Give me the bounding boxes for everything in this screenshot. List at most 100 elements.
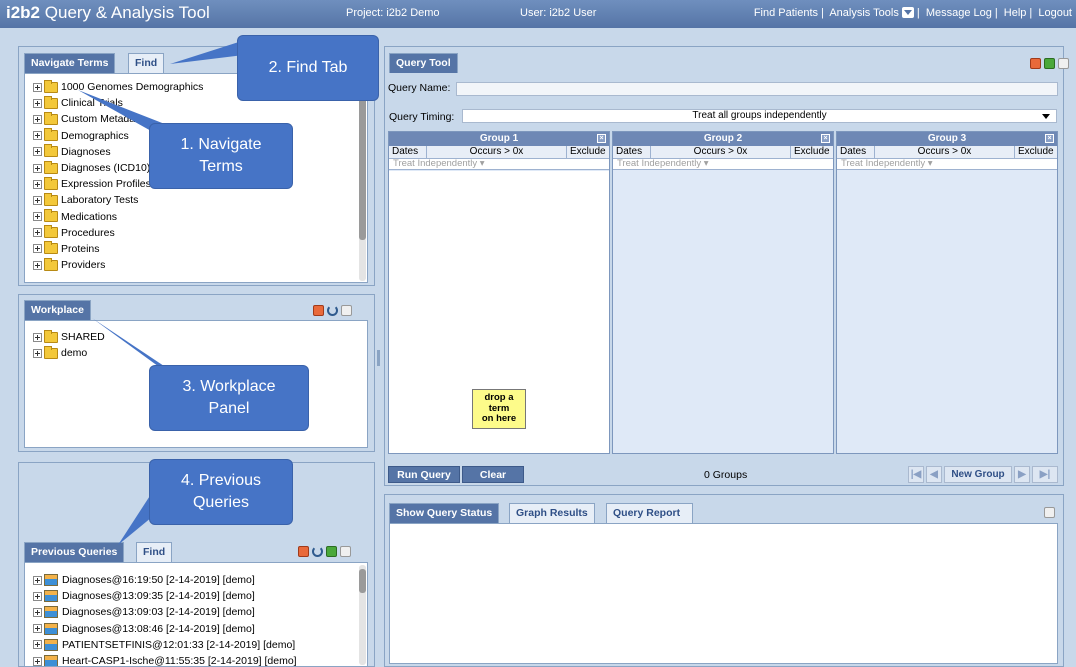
expand-icon[interactable]	[33, 82, 42, 92]
occurs-toggle[interactable]: Occurs > 0x	[651, 146, 791, 158]
tab-find[interactable]: Find	[128, 53, 165, 73]
list-item[interactable]: PATIENTSETFINIS@12:01:33 [2-14-2019] [de…	[33, 637, 367, 653]
folder-icon	[44, 192, 58, 206]
expand-icon[interactable]	[33, 212, 42, 222]
dates-toggle[interactable]: Dates	[389, 146, 427, 158]
scroll-thumb[interactable]	[359, 80, 366, 240]
query-group-2[interactable]: Group 2 × Dates Occurs > 0x Exclude Treat…	[612, 131, 834, 454]
dates-toggle[interactable]: Dates	[837, 146, 875, 158]
expand-icon[interactable]	[33, 656, 42, 666]
query-group-3[interactable]: Group 3 × Dates Occurs > 0x Exclude Treat…	[836, 131, 1058, 454]
group-timing[interactable]: Treat Independently ▾	[837, 159, 1057, 170]
panel-splitter[interactable]	[377, 350, 380, 366]
run-query-button[interactable]: Run Query	[388, 466, 460, 483]
logout-link[interactable]: Logout	[1038, 7, 1072, 19]
folder-icon	[44, 345, 58, 359]
help-link[interactable]: Help	[1004, 7, 1027, 19]
folder-icon	[44, 176, 58, 190]
dates-toggle[interactable]: Dates	[613, 146, 651, 158]
list-item[interactable]: Heart-CASP1-Ische@11:55:35 [2-14-2019] […	[33, 653, 367, 666]
refresh-icon[interactable]	[312, 546, 323, 557]
list-item[interactable]: Diagnoses@13:09:35 [2-14-2019] [demo]	[33, 588, 367, 604]
app-title: i2b2 Query & Analysis Tool	[6, 3, 210, 22]
expand-icon[interactable]	[33, 179, 42, 189]
expand-icon[interactable]	[33, 640, 42, 650]
add-icon[interactable]	[313, 305, 324, 316]
query-group-1[interactable]: Group 1 × Dates Occurs > 0x Exclude Treat…	[388, 131, 610, 454]
occurs-toggle[interactable]: Occurs > 0x	[875, 146, 1015, 158]
tree-item[interactable]: Laboratory Tests	[33, 192, 367, 208]
expand-icon[interactable]	[33, 244, 42, 254]
group-count: 0 Groups	[704, 469, 748, 481]
document-icon[interactable]	[1044, 507, 1055, 518]
document-icon[interactable]	[341, 305, 352, 316]
close-icon[interactable]: ×	[597, 134, 606, 143]
expand-icon[interactable]	[33, 98, 42, 108]
tree-item[interactable]: Medications	[33, 209, 367, 225]
query-timing-label: Query Timing:	[389, 111, 455, 123]
close-icon[interactable]: ×	[1045, 134, 1054, 143]
tree-item[interactable]: demo	[33, 345, 367, 361]
tab-navigate-terms[interactable]: Navigate Terms	[24, 53, 116, 73]
first-group-button[interactable]: |◀	[908, 466, 924, 483]
tab-find-queries[interactable]: Find	[136, 542, 173, 562]
tree-item[interactable]: Procedures	[33, 225, 367, 241]
message-log-link[interactable]: Message Log	[926, 7, 992, 19]
query-timing-select[interactable]: Treat all groups independently	[462, 109, 1057, 123]
tab-previous-queries[interactable]: Previous Queries	[24, 542, 125, 562]
expand-icon[interactable]	[33, 607, 42, 617]
expand-icon[interactable]	[33, 332, 42, 342]
occurs-toggle[interactable]: Occurs > 0x	[427, 146, 567, 158]
expand-icon[interactable]	[33, 163, 42, 173]
dropdown-icon[interactable]	[901, 7, 914, 18]
last-group-button[interactable]: ▶|	[1032, 466, 1058, 483]
refresh-icon[interactable]	[327, 305, 338, 316]
add-icon[interactable]	[1030, 58, 1041, 69]
new-group-button[interactable]: New Group	[944, 466, 1012, 483]
tab-show-query-status[interactable]: Show Query Status	[389, 503, 500, 523]
tree-item[interactable]: Providers	[33, 257, 367, 273]
list-item[interactable]: Diagnoses@13:09:03 [2-14-2019] [demo]	[33, 604, 367, 620]
exclude-toggle[interactable]: Exclude	[791, 146, 833, 158]
expand-icon[interactable]	[33, 591, 42, 601]
group-timing[interactable]: Treat Independently ▾	[613, 159, 833, 170]
exclude-toggle[interactable]: Exclude	[1015, 146, 1057, 158]
expand-icon[interactable]	[33, 624, 42, 634]
workplace-toolbar	[313, 305, 352, 316]
next-group-button[interactable]: ▶	[1014, 466, 1030, 483]
tab-query-tool[interactable]: Query Tool	[389, 53, 458, 73]
add-icon[interactable]	[298, 546, 309, 557]
find-patients-link[interactable]: Find Patients	[754, 7, 818, 19]
document-icon[interactable]	[340, 546, 351, 557]
tab-workplace[interactable]: Workplace	[24, 300, 91, 320]
query-name-input[interactable]	[456, 82, 1058, 96]
expand-icon[interactable]	[33, 195, 42, 205]
expand-icon[interactable]	[33, 147, 42, 157]
tree-item[interactable]: SHARED	[33, 329, 367, 345]
list-item[interactable]: Diagnoses@13:08:46 [2-14-2019] [demo]	[33, 621, 367, 637]
previous-group-button[interactable]: ◀	[926, 466, 942, 483]
exclude-toggle[interactable]: Exclude	[567, 146, 609, 158]
document-icon[interactable]	[1058, 58, 1069, 69]
expand-icon[interactable]	[33, 260, 42, 270]
tab-query-report[interactable]: Query Report	[606, 503, 693, 523]
scrollbar[interactable]	[359, 565, 366, 665]
expand-icon[interactable]	[33, 131, 42, 141]
group-timing[interactable]: Treat Independently ▾	[389, 159, 609, 170]
tree-item[interactable]: Proteins	[33, 241, 367, 257]
analysis-tools-link[interactable]: Analysis Tools	[829, 7, 899, 19]
previous-queries-toolbar	[298, 546, 351, 557]
check-icon[interactable]	[1044, 58, 1055, 69]
clear-button[interactable]: Clear	[462, 466, 524, 483]
close-icon[interactable]: ×	[821, 134, 830, 143]
tab-graph-results[interactable]: Graph Results	[509, 503, 595, 523]
expand-icon[interactable]	[33, 348, 42, 358]
list-item[interactable]: Diagnoses@16:19:50 [2-14-2019] [demo]	[33, 572, 367, 588]
check-icon[interactable]	[326, 546, 337, 557]
expand-icon[interactable]	[33, 228, 42, 238]
scroll-thumb[interactable]	[359, 569, 366, 593]
scrollbar[interactable]	[359, 76, 366, 281]
expand-icon[interactable]	[33, 575, 42, 585]
folder-icon	[44, 329, 58, 343]
expand-icon[interactable]	[33, 114, 42, 124]
